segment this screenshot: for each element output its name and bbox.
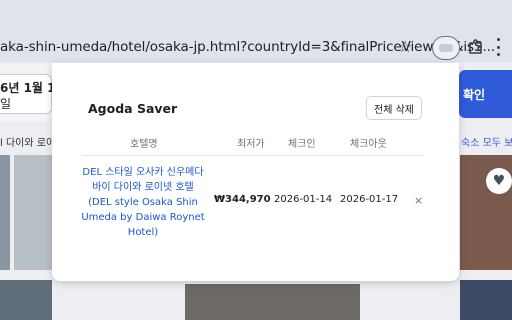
remove-icon[interactable]: × — [414, 194, 423, 207]
checkout-date: 2026-01-17 — [340, 194, 399, 205]
popup-title: Agoda Saver — [88, 101, 178, 116]
hotel-photo[interactable] — [0, 280, 52, 320]
column-header-checkout: 체크아웃 — [350, 139, 387, 150]
clear-all-button[interactable]: 전체 삭제 — [366, 96, 422, 120]
date-subtext: 일 — [0, 97, 12, 111]
column-header-hotel: 호텔명 — [130, 139, 158, 150]
puzzle-icon[interactable] — [467, 38, 485, 56]
agoda-saver-extension-button[interactable] — [432, 36, 460, 60]
star-icon[interactable]: ☆ — [398, 37, 412, 56]
hotel-photo[interactable] — [0, 155, 10, 270]
heart-icon[interactable]: ♥ — [486, 168, 512, 194]
extension-logo-icon — [439, 44, 453, 52]
kebab-icon[interactable] — [496, 38, 500, 56]
hotel-photo[interactable] — [460, 280, 512, 320]
view-all-link[interactable]: 숙소 모두 보 — [461, 134, 512, 149]
column-header-checkin: 체크인 — [288, 139, 316, 150]
hotel-name-link[interactable]: DEL 스타일 오사카 신우메다 바이 다이와 로이넷 호텔 (DEL styl… — [80, 165, 206, 240]
price-value: ₩344,970 — [214, 194, 271, 205]
column-header-price: 최저가 — [237, 139, 265, 150]
hotel-photo[interactable] — [185, 284, 360, 320]
checkin-date: 2026-01-14 — [274, 194, 333, 205]
header-divider — [82, 155, 424, 156]
url-text[interactable]: aka-shin-umeda/hotel/osaka-jp.html?count… — [0, 39, 495, 55]
hotel-photo[interactable] — [14, 155, 52, 270]
search-button[interactable]: 확인 — [459, 70, 512, 118]
agoda-saver-popup: Agoda Saver 전체 삭제 호텔명 최저가 체크인 체크아웃 DEL 스… — [52, 63, 459, 281]
search-button-label: 확인 — [463, 88, 486, 102]
filter-text: l 다이와 로이 — [0, 138, 56, 149]
